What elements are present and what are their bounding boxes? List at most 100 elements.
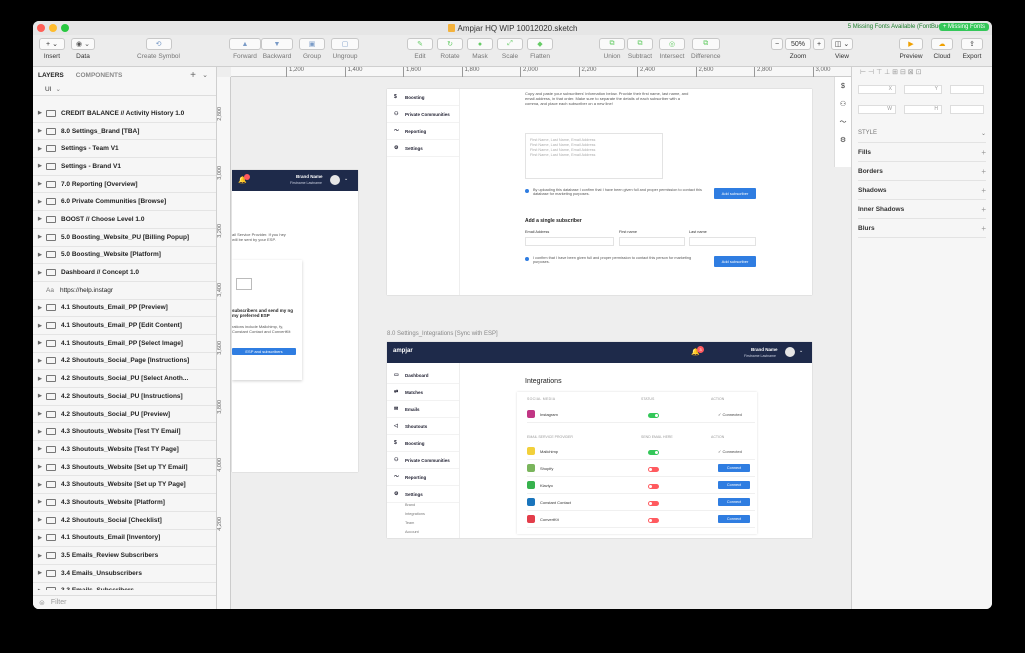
add-single-subscriber-button[interactable]: Add subscriber xyxy=(714,256,756,267)
disclosure-triangle-icon[interactable]: ▶ xyxy=(38,110,46,116)
borders-row[interactable]: Borders + xyxy=(858,162,986,181)
connect-button[interactable]: Connect xyxy=(718,498,750,506)
layer-row[interactable]: ▶ 3.4 Emails_Unsubscribers xyxy=(33,565,216,583)
layer-row[interactable]: ▶ Settings - Brand V1 xyxy=(33,158,216,176)
settings-subitem[interactable]: Team xyxy=(405,521,459,530)
mask-tool[interactable]: ● Mask xyxy=(467,38,493,60)
chevron-down-icon[interactable]: ⌄ xyxy=(344,176,348,182)
flip-field[interactable] xyxy=(950,105,984,114)
add-blur-icon[interactable]: + xyxy=(981,224,986,233)
subscriber-textarea[interactable]: First Name, Last Name, Email Address Firs… xyxy=(525,133,663,179)
view-tool[interactable]: ◫ ⌄ View xyxy=(831,38,853,60)
layer-row[interactable]: ▶ 4.1 Shoutouts_Email_PP [Select Image] xyxy=(33,335,216,353)
preview-tool[interactable]: ▶ Preview xyxy=(899,38,923,60)
subtract-tool[interactable]: ⧉ Subtract xyxy=(627,38,653,60)
email-field[interactable] xyxy=(525,237,614,246)
status-toggle[interactable] xyxy=(648,518,659,523)
data-tool[interactable]: ◉ ⌄ Data xyxy=(71,38,95,60)
layer-row[interactable]: ▶ 4.2 Shoutouts_Social_PU [Instructions] xyxy=(33,388,216,406)
disclosure-triangle-icon[interactable]: ▶ xyxy=(38,323,46,329)
disclosure-triangle-icon[interactable]: ▶ xyxy=(38,305,46,311)
layer-row[interactable]: ▶ 6.0 Private Communities [Browse] xyxy=(33,193,216,212)
zoom-tool[interactable]: − 50% + Zoom xyxy=(771,38,825,60)
nav-item-private-communities[interactable]: ⚇ Private Communities xyxy=(387,106,459,123)
add-shadow-icon[interactable]: + xyxy=(981,186,986,195)
connect-esp-button[interactable]: ESP and subscribers xyxy=(232,348,296,355)
layer-row[interactable]: ▶ 8.0 Settings_Brand [TBA] xyxy=(33,123,216,141)
page-selector[interactable]: UI ⌄ xyxy=(33,83,216,96)
zoom-out-icon[interactable]: − xyxy=(771,38,783,50)
canvas[interactable]: 1,200 1,400 1,600 1,800 2,000 2,200 2,400 2,600… xyxy=(217,67,851,609)
layer-row[interactable]: ▶ 5.0 Boosting_Website [Platform] xyxy=(33,247,216,265)
status-toggle[interactable] xyxy=(648,450,659,455)
add-page-icon[interactable]: + xyxy=(190,70,196,81)
rotate-tool[interactable]: ↻ Rotate xyxy=(437,38,463,60)
intersect-tool[interactable]: ◎ Intersect xyxy=(659,38,685,60)
disclosure-triangle-icon[interactable]: ▶ xyxy=(38,393,46,399)
disclosure-triangle-icon[interactable]: ▶ xyxy=(38,163,46,169)
disclosure-triangle-icon[interactable]: ▶ xyxy=(38,340,46,346)
nav-item-boosting[interactable]: $ Boosting xyxy=(387,89,459,106)
close-window-button[interactable] xyxy=(37,24,45,32)
first-name-field[interactable] xyxy=(619,237,685,246)
layer-row[interactable]: ▶ 7.0 Reporting [Overview] xyxy=(33,176,216,194)
layer-row[interactable]: ▶ 4.1 Shoutouts_Email_PP [Preview] xyxy=(33,300,216,318)
nav-item-settings[interactable]: ⚙ Settings xyxy=(387,140,459,157)
flatten-tool[interactable]: ◆ Flatten xyxy=(527,38,553,60)
connect-button[interactable]: Connect xyxy=(718,481,750,489)
nav-item-matches[interactable]: ⇄ Matches xyxy=(387,384,459,401)
x-field[interactable]: X xyxy=(858,85,896,94)
scale-tool[interactable]: ⤢ Scale xyxy=(497,38,523,60)
add-subscriber-button[interactable]: Add subscriber xyxy=(714,188,756,199)
minimize-window-button[interactable] xyxy=(49,24,57,32)
disclosure-triangle-icon[interactable]: ▶ xyxy=(38,535,46,541)
disclosure-triangle-icon[interactable]: ▶ xyxy=(38,517,46,523)
disclosure-triangle-icon[interactable]: ▶ xyxy=(38,270,46,276)
tab-components[interactable]: COMPONENTS xyxy=(76,72,123,79)
nav-item-shoutouts[interactable]: ◁ Shoutouts xyxy=(387,418,459,435)
group-tool[interactable]: ▣ Group xyxy=(299,38,325,60)
disclosure-triangle-icon[interactable]: ▶ xyxy=(38,376,46,382)
inner-shadows-row[interactable]: Inner Shadows + xyxy=(858,200,986,219)
missing-fonts-notice[interactable]: 5 Missing Fonts Available (FontBuddy) xyxy=(848,24,950,30)
nav-item-reporting[interactable]: 〜 Reporting xyxy=(387,469,459,486)
y-field[interactable]: Y xyxy=(904,85,942,94)
nav-item-settings[interactable]: ⚙ Settings xyxy=(387,486,459,503)
layer-row[interactable]: ▶ 5.0 Boosting_Website_PU [Billing Popup] xyxy=(33,229,216,247)
nav-item-emails[interactable]: ✉ Emails xyxy=(387,401,459,418)
disclosure-triangle-icon[interactable]: ▶ xyxy=(38,570,46,576)
add-border-icon[interactable]: + xyxy=(981,167,986,176)
edit-tool[interactable]: ✎ Edit xyxy=(407,38,433,60)
disclosure-triangle-icon[interactable]: ▶ xyxy=(38,482,46,488)
blurs-row[interactable]: Blurs + xyxy=(858,219,986,238)
nav-item-private-communities[interactable]: ⚇ Private Communities xyxy=(387,452,459,469)
consent-radio[interactable] xyxy=(525,189,529,193)
layer-row[interactable]: ▶ 3.3 Emails_Subscribers xyxy=(33,583,216,590)
add-inner-shadow-icon[interactable]: + xyxy=(981,205,986,214)
layer-row[interactable]: ▶ Dashboard // Concept 1.0 xyxy=(33,264,216,282)
settings-subitem[interactable]: Account xyxy=(405,530,459,538)
avatar[interactable] xyxy=(330,175,340,185)
layer-row[interactable]: ▶ 3.5 Emails_Review Subscribers xyxy=(33,547,216,565)
tab-layers[interactable]: LAYERS xyxy=(38,72,64,79)
gear-icon[interactable]: ⚙ xyxy=(835,131,851,149)
add-fill-icon[interactable]: + xyxy=(981,148,986,157)
cloud-tool[interactable]: ☁ Cloud xyxy=(931,38,953,60)
disclosure-triangle-icon[interactable]: ▶ xyxy=(38,464,46,470)
rotation-field[interactable] xyxy=(950,85,984,94)
zoom-window-button[interactable] xyxy=(61,24,69,32)
shadows-row[interactable]: Shadows + xyxy=(858,181,986,200)
export-tool[interactable]: ⇪ Export xyxy=(961,38,983,60)
disclosure-triangle-icon[interactable]: ▶ xyxy=(38,216,46,222)
disclosure-triangle-icon[interactable]: ▶ xyxy=(38,146,46,152)
chart-icon[interactable]: 〜 xyxy=(835,113,851,131)
missing-fonts-button[interactable]: + Missing Fonts xyxy=(938,23,989,31)
layer-row[interactable]: ▶ BOOST // Choose Level 1.0 xyxy=(33,211,216,229)
layer-row[interactable]: ▶ 4.3 Shoutouts_Website [Platform] xyxy=(33,494,216,512)
disclosure-triangle-icon[interactable]: ▶ xyxy=(38,234,46,240)
layer-row[interactable]: ▶ 4.3 Shoutouts_Website [Set up TY Page] xyxy=(33,476,216,495)
disclosure-triangle-icon[interactable]: ▶ xyxy=(38,252,46,258)
settings-subitem[interactable]: Integrations xyxy=(405,512,459,521)
artboard-left-frame[interactable]: 🔔 Brand Name Firstname Lastname ⌄ ail Se… xyxy=(232,170,358,472)
forward-tool[interactable]: ▲ Forward xyxy=(229,38,261,60)
